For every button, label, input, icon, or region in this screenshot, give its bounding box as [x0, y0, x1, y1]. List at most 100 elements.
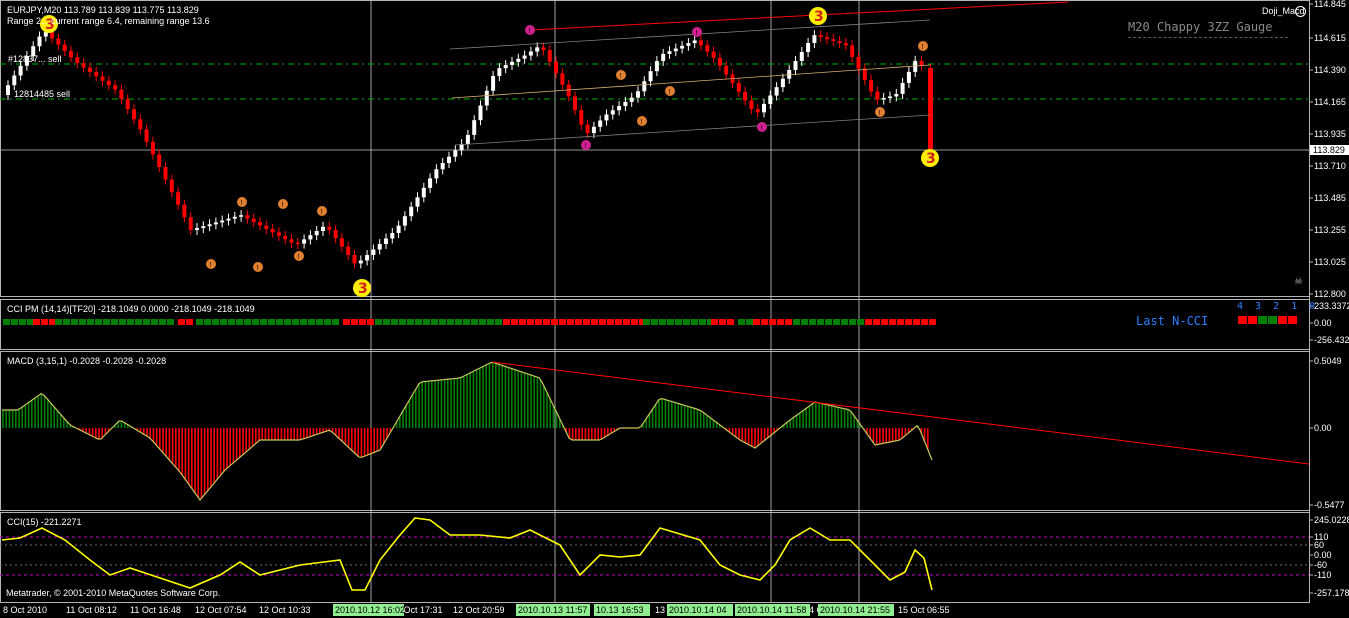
- cci-pm-bar: [575, 319, 582, 325]
- candle-body: [465, 134, 470, 145]
- candle-body: [339, 238, 344, 247]
- candle-body: [333, 229, 338, 239]
- cci-pm-bar: [591, 319, 598, 325]
- pivot-orange-3-glyph: !: [282, 202, 284, 209]
- macd-trend-line: [491, 361, 1310, 465]
- cci-pm-bar: [746, 319, 753, 325]
- cci-pm-bar: [719, 319, 726, 325]
- candle-body: [705, 45, 710, 52]
- candle-body: [604, 114, 609, 121]
- pivot-magenta-0-glyph: !: [529, 28, 531, 35]
- cci-title: CCI(15) -221.2271: [7, 517, 82, 527]
- cci-pm-bar: [487, 319, 494, 325]
- cci-pm-bar: [95, 319, 102, 325]
- cci-pm-bar: [391, 319, 398, 325]
- candle-body: [352, 255, 357, 264]
- cci-pm-bar: [873, 319, 880, 325]
- candle-body: [881, 98, 886, 100]
- cci-pm-bar: [79, 319, 86, 325]
- candle-body: [516, 58, 521, 62]
- candle-body: [18, 65, 23, 76]
- cci-pm-bar: [643, 319, 650, 325]
- candle-body: [440, 163, 445, 170]
- candle-body: [579, 110, 584, 125]
- candle-body: [894, 93, 899, 97]
- time-highlight-label: 2010.10.12 16:02: [335, 605, 405, 615]
- candle-body: [144, 129, 149, 142]
- candle-body: [554, 61, 559, 74]
- cci-pm-bar: [455, 319, 462, 325]
- cci-pm-bar: [220, 319, 227, 325]
- cci-pm-bar: [761, 319, 768, 325]
- candle-body: [377, 244, 382, 250]
- candle-body: [850, 45, 855, 57]
- cci-pm-bar: [667, 319, 674, 325]
- cci-pm-bar: [519, 319, 526, 325]
- pivot-orange-9-glyph: !: [922, 44, 924, 51]
- candle-body: [629, 97, 634, 102]
- cci-pm-bar: [849, 319, 856, 325]
- candle-body: [276, 232, 281, 236]
- cci-pm-bar: [543, 319, 550, 325]
- cci-pm-bar: [383, 319, 390, 325]
- price-tick-label: 113.485: [1314, 193, 1346, 203]
- cci-pm-bar: [135, 319, 142, 325]
- macd-histogram: [2, 362, 929, 499]
- pivot-magenta-1-glyph: !: [696, 30, 698, 37]
- price-tick-label: 113.025: [1314, 257, 1346, 267]
- cci-pm-bar: [535, 319, 542, 325]
- cci-pm-bar: [711, 319, 718, 325]
- candle-body: [264, 225, 269, 229]
- cci-pm-bar: [631, 319, 638, 325]
- skull-icon: ☠: [1294, 276, 1303, 287]
- cci-pm-bar: [881, 319, 888, 325]
- candle-body: [768, 95, 773, 104]
- pivot-orange-6-glyph: !: [620, 73, 622, 80]
- candle-body: [314, 231, 319, 236]
- cci-pm-bar: [33, 319, 40, 325]
- candle-body: [371, 249, 376, 256]
- cci-pm-bar: [675, 319, 682, 325]
- price-tick-label: 114.845: [1314, 0, 1346, 9]
- price-tick-label: 113.710: [1314, 161, 1346, 171]
- candle-body: [6, 85, 10, 95]
- candle-body: [75, 57, 80, 64]
- cci-pm-bar: [19, 319, 26, 325]
- candle-body: [421, 187, 426, 198]
- cci-pm-bar: [300, 319, 307, 325]
- cci-pm-bar: [204, 319, 211, 325]
- candle-body: [150, 141, 155, 155]
- candle-body: [610, 110, 615, 115]
- candle-body: [239, 215, 244, 217]
- ncci-digits: 4 3 2 1 0: [1237, 301, 1319, 312]
- candle-body: [132, 109, 136, 120]
- candle-body: [283, 235, 288, 240]
- candle-body: [856, 56, 861, 69]
- candle-body: [56, 38, 61, 45]
- candle-body: [188, 217, 193, 230]
- candle-body: [648, 71, 653, 82]
- candle-body: [919, 60, 924, 66]
- cci-pm-bar: [921, 319, 928, 325]
- zigzag-label-1: 3: [814, 9, 824, 25]
- candle-body: [642, 81, 647, 92]
- candle-body: [799, 52, 804, 61]
- candle-body: [169, 179, 174, 193]
- price-tick-label: 114.390: [1314, 65, 1346, 75]
- candle-body: [573, 96, 577, 111]
- cci-pm-bar: [769, 319, 776, 325]
- cci-pm-bar: [324, 319, 331, 325]
- cci-pm-bar: [817, 319, 824, 325]
- gauge-title: M20 Chappy 3ZZ Gauge: [1128, 20, 1273, 34]
- cci-pm-bar: [151, 319, 158, 325]
- cci-pm-bar: [727, 319, 734, 325]
- cci-pm-bar: [615, 319, 622, 325]
- cci-pm-bar: [913, 319, 920, 325]
- candle-body: [295, 242, 300, 245]
- cci-pm-bar: [471, 319, 478, 325]
- candle-body: [106, 80, 111, 86]
- cci-pm-bar: [423, 319, 430, 325]
- cci-pm-bar: [27, 319, 34, 325]
- candle-body: [762, 103, 766, 113]
- candle-body: [195, 228, 199, 230]
